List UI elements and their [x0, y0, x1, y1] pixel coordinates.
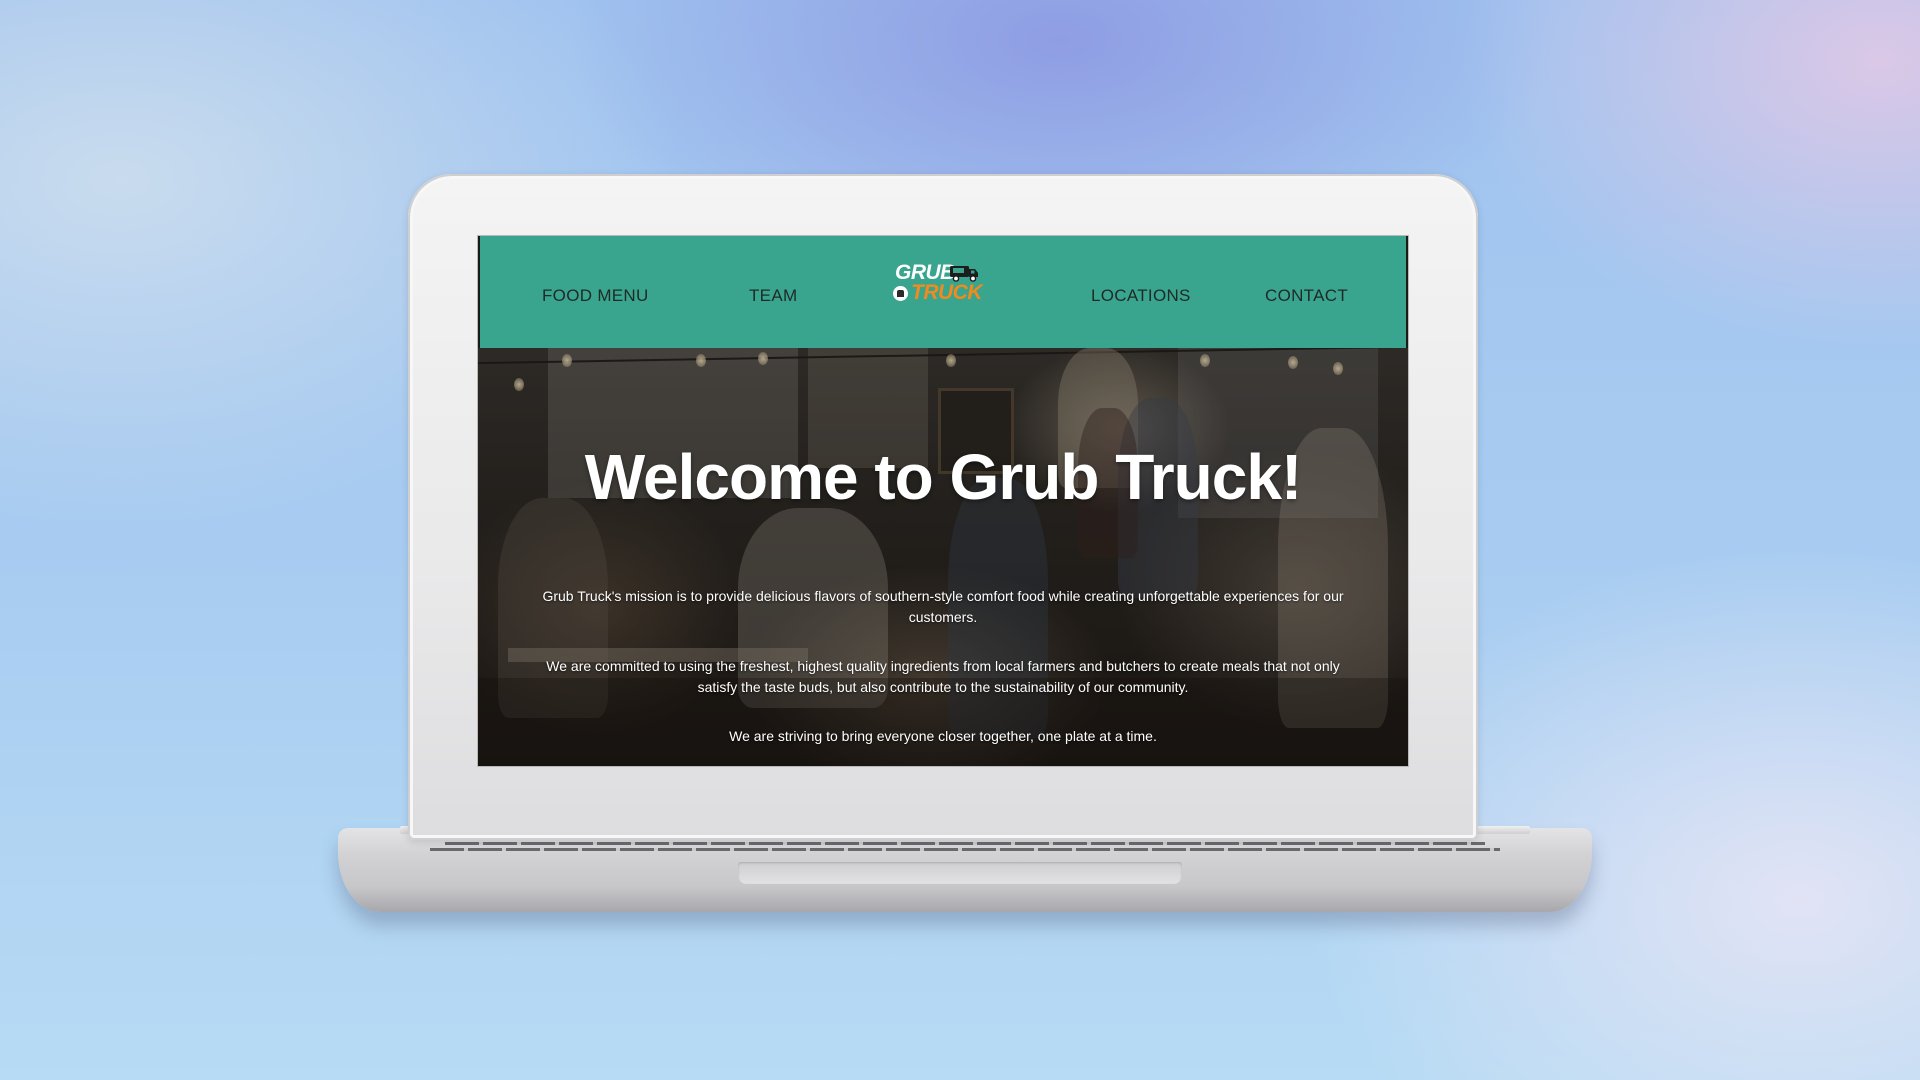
- logo-text-truck: TRUCK: [911, 281, 983, 304]
- keyboard-row: [430, 848, 1500, 851]
- nav-item-contact[interactable]: CONTACT: [1265, 286, 1348, 306]
- hero-paragraph-commitment: We are committed to using the freshest, …: [546, 658, 1340, 695]
- nav-item-food-menu[interactable]: FOOD MENU: [542, 286, 649, 306]
- hero-paragraph-mission: Grub Truck's mission is to provide delic…: [542, 588, 1344, 625]
- hero-paragraph-striving: We are striving to bring everyone closer…: [729, 728, 1157, 744]
- nav-item-team[interactable]: TEAM: [749, 286, 797, 306]
- logo-badge-icon: [893, 286, 908, 301]
- keyboard-row: [445, 842, 1485, 845]
- grub-truck-logo[interactable]: GRUB TRUCK: [893, 262, 983, 310]
- hero-section: Welcome to Grub Truck! Grub Truck's miss…: [478, 348, 1408, 766]
- laptop-lid: FOOD MENU TEAM GRUB TRUCK LOCATIONS CONT…: [408, 174, 1478, 840]
- food-truck-icon: [950, 266, 978, 282]
- laptop-screen: FOOD MENU TEAM GRUB TRUCK LOCATIONS CONT…: [478, 236, 1408, 766]
- hero-title: Welcome to Grub Truck!: [584, 441, 1303, 513]
- laptop-trackpad: [738, 862, 1182, 884]
- site-nav: FOOD MENU TEAM GRUB TRUCK LOCATIONS CONT…: [480, 236, 1406, 348]
- hero-overlay: [478, 348, 1408, 766]
- nav-item-locations[interactable]: LOCATIONS: [1091, 286, 1191, 306]
